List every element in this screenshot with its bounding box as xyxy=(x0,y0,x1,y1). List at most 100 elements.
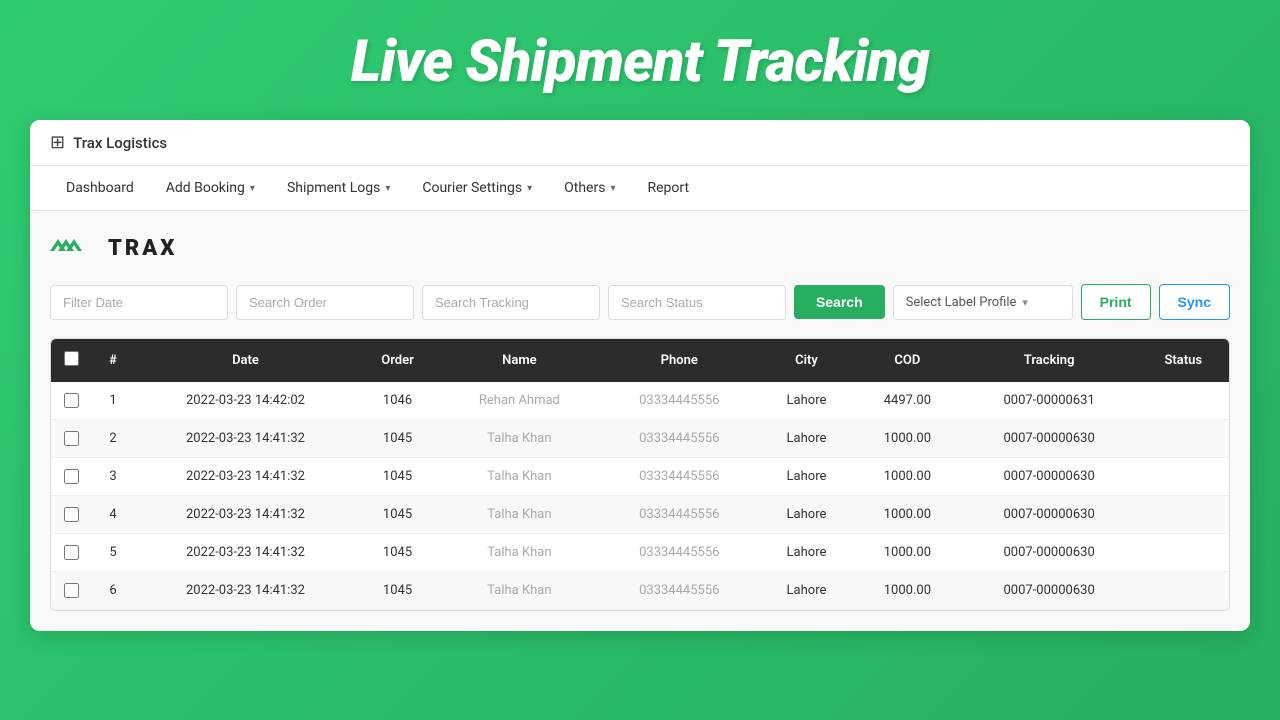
logo-area: TRAX xyxy=(50,231,1230,266)
row-checkbox[interactable] xyxy=(64,545,79,560)
content-area: TRAX Search Select Label Profile ▾ Print… xyxy=(30,211,1250,631)
row-phone: 03334445556 xyxy=(600,420,759,458)
filter-date-input[interactable] xyxy=(50,285,228,320)
nav-report[interactable]: Report xyxy=(631,166,705,210)
row-tracking: 0007-00000630 xyxy=(961,496,1138,534)
col-cod: COD xyxy=(854,339,961,382)
table-header: # Date Order Name Phone City COD Trackin… xyxy=(51,339,1229,382)
row-checkbox-cell xyxy=(51,534,91,572)
row-date: 2022-03-23 14:41:32 xyxy=(135,458,356,496)
row-id: 1 xyxy=(91,382,135,420)
row-city: Lahore xyxy=(759,496,854,534)
col-tracking: Tracking xyxy=(961,339,1138,382)
row-cod: 4497.00 xyxy=(854,382,961,420)
row-cod: 1000.00 xyxy=(854,496,961,534)
row-city: Lahore xyxy=(759,572,854,610)
row-checkbox-cell xyxy=(51,572,91,610)
row-cod: 1000.00 xyxy=(854,572,961,610)
row-cod: 1000.00 xyxy=(854,458,961,496)
row-order: 1045 xyxy=(356,496,439,534)
chevron-down-icon: ▾ xyxy=(527,183,532,194)
row-checkbox[interactable] xyxy=(64,583,79,598)
row-name: Talha Khan xyxy=(439,496,599,534)
row-date: 2022-03-23 14:41:32 xyxy=(135,496,356,534)
chevron-down-icon: ▾ xyxy=(610,183,615,194)
nav-add-booking[interactable]: Add Booking ▾ xyxy=(150,166,271,210)
trax-logo-icon xyxy=(50,231,100,266)
row-name: Talha Khan xyxy=(439,534,599,572)
row-checkbox[interactable] xyxy=(64,507,79,522)
row-name: Rehan Ahmad xyxy=(439,382,599,420)
chevron-down-icon: ▾ xyxy=(250,183,255,194)
row-order: 1045 xyxy=(356,534,439,572)
col-status: Status xyxy=(1137,339,1229,382)
row-id: 3 xyxy=(91,458,135,496)
row-id: 5 xyxy=(91,534,135,572)
col-name: Name xyxy=(439,339,599,382)
row-checkbox[interactable] xyxy=(64,393,79,408)
row-status xyxy=(1137,420,1229,458)
row-checkbox[interactable] xyxy=(64,469,79,484)
col-phone: Phone xyxy=(600,339,759,382)
row-id: 4 xyxy=(91,496,135,534)
row-id: 2 xyxy=(91,420,135,458)
row-cod: 1000.00 xyxy=(854,420,961,458)
label-profile-select[interactable]: Select Label Profile ▾ xyxy=(893,285,1073,320)
page-hero-title: Live Shipment Tracking xyxy=(331,0,949,120)
row-order: 1046 xyxy=(356,382,439,420)
table-row: 5 2022-03-23 14:41:32 1045 Talha Khan 03… xyxy=(51,534,1229,572)
search-order-input[interactable] xyxy=(236,285,414,320)
row-tracking: 0007-00000630 xyxy=(961,420,1138,458)
nav-shipment-logs[interactable]: Shipment Logs ▾ xyxy=(271,166,406,210)
table-row: 6 2022-03-23 14:41:32 1045 Talha Khan 03… xyxy=(51,572,1229,610)
row-tracking: 0007-00000630 xyxy=(961,572,1138,610)
select-all-header xyxy=(51,339,91,382)
table-row: 1 2022-03-23 14:42:02 1046 Rehan Ahmad 0… xyxy=(51,382,1229,420)
row-order: 1045 xyxy=(356,572,439,610)
row-phone: 03334445556 xyxy=(600,382,759,420)
sync-button[interactable]: Sync xyxy=(1159,284,1230,320)
nav-courier-settings[interactable]: Courier Settings ▾ xyxy=(406,166,548,210)
row-date: 2022-03-23 14:41:32 xyxy=(135,420,356,458)
row-phone: 03334445556 xyxy=(600,496,759,534)
row-order: 1045 xyxy=(356,420,439,458)
search-button[interactable]: Search xyxy=(794,285,885,319)
col-city: City xyxy=(759,339,854,382)
chevron-down-icon: ▾ xyxy=(1022,296,1028,309)
row-date: 2022-03-23 14:42:02 xyxy=(135,382,356,420)
select-all-checkbox[interactable] xyxy=(64,351,79,366)
row-phone: 03334445556 xyxy=(600,458,759,496)
search-tracking-input[interactable] xyxy=(422,285,600,320)
print-button[interactable]: Print xyxy=(1081,284,1151,320)
table-row: 3 2022-03-23 14:41:32 1045 Talha Khan 03… xyxy=(51,458,1229,496)
nav-dashboard[interactable]: Dashboard xyxy=(50,166,150,210)
row-id: 6 xyxy=(91,572,135,610)
row-city: Lahore xyxy=(759,420,854,458)
row-checkbox[interactable] xyxy=(64,431,79,446)
top-bar: ⊞ Trax Logistics xyxy=(30,120,1250,166)
row-order: 1045 xyxy=(356,458,439,496)
row-name: Talha Khan xyxy=(439,458,599,496)
row-tracking: 0007-00000630 xyxy=(961,534,1138,572)
col-order: Order xyxy=(356,339,439,382)
grid-icon: ⊞ xyxy=(50,132,65,153)
nav-bar: Dashboard Add Booking ▾ Shipment Logs ▾ … xyxy=(30,166,1250,211)
row-status xyxy=(1137,458,1229,496)
row-name: Talha Khan xyxy=(439,572,599,610)
table-row: 4 2022-03-23 14:41:32 1045 Talha Khan 03… xyxy=(51,496,1229,534)
row-status xyxy=(1137,572,1229,610)
table-body: 1 2022-03-23 14:42:02 1046 Rehan Ahmad 0… xyxy=(51,382,1229,610)
table-row: 2 2022-03-23 14:41:32 1045 Talha Khan 03… xyxy=(51,420,1229,458)
trax-logo-text: TRAX xyxy=(108,236,177,261)
row-city: Lahore xyxy=(759,458,854,496)
row-phone: 03334445556 xyxy=(600,572,759,610)
row-checkbox-cell xyxy=(51,496,91,534)
row-checkbox-cell xyxy=(51,458,91,496)
row-city: Lahore xyxy=(759,534,854,572)
nav-others[interactable]: Others ▾ xyxy=(548,166,631,210)
company-name: Trax Logistics xyxy=(73,134,167,152)
row-checkbox-cell xyxy=(51,420,91,458)
row-phone: 03334445556 xyxy=(600,534,759,572)
search-status-input[interactable] xyxy=(608,285,786,320)
row-status xyxy=(1137,382,1229,420)
